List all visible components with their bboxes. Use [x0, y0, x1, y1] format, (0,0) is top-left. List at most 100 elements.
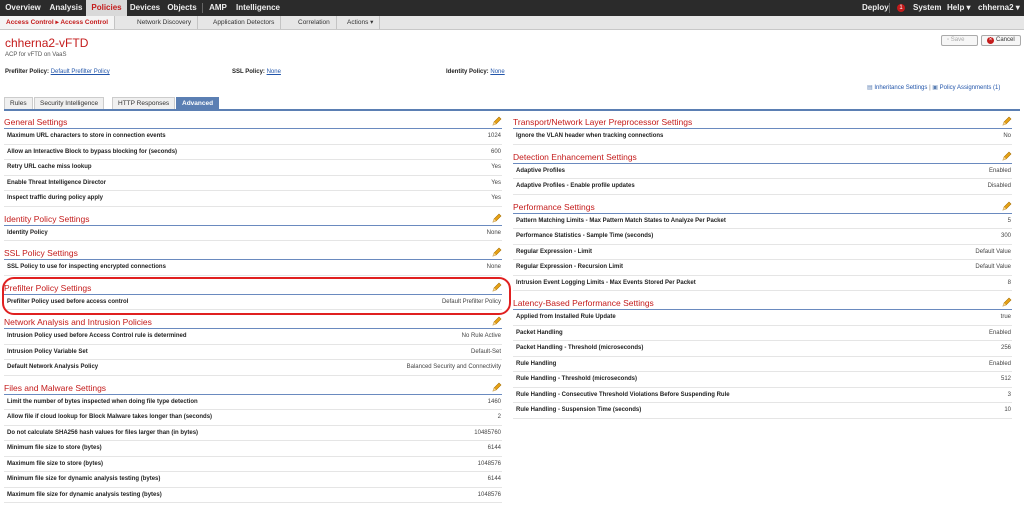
subnav-correlation[interactable]: Correlation	[292, 16, 337, 29]
setting-value: true	[1000, 314, 1011, 320]
setting-row: Inspect traffic during policy apply Yes	[4, 191, 502, 207]
section-header-identity-policy-settings: Identity Policy Settings	[4, 210, 502, 226]
setting-label: Allow an Interactive Block to bypass blo…	[7, 148, 178, 155]
setting-value: None	[486, 264, 501, 270]
alert-badge-icon[interactable]: 1	[897, 4, 905, 12]
setting-row: Intrusion Event Logging Limits - Max Eve…	[513, 276, 1012, 291]
setting-row: Maximum URL characters to store in conne…	[4, 129, 502, 145]
link-separator: |	[929, 85, 931, 91]
save-button[interactable]: ▫ Save	[941, 35, 978, 46]
deploy-button[interactable]: Deploy	[862, 0, 889, 16]
setting-value: 6144	[487, 445, 501, 451]
ssl-policy-link[interactable]: None	[267, 69, 281, 75]
ssl-label: SSL Policy:	[232, 69, 265, 75]
section-title: Performance Settings	[513, 201, 595, 212]
inheritance-settings-link[interactable]: Inheritance Settings	[874, 85, 927, 91]
identity-policy-link[interactable]: None	[490, 69, 504, 75]
setting-value: No Rule Active	[461, 333, 501, 339]
prefilter-policy-link[interactable]: Default Prefilter Policy	[51, 69, 110, 75]
edit-pencil-icon[interactable]	[492, 213, 502, 223]
user-menu[interactable]: chherna2 ▾	[978, 0, 1020, 16]
setting-label: Adaptive Profiles	[516, 167, 566, 174]
subnav-network-discovery[interactable]: Network Discovery	[131, 16, 199, 29]
section-header-latency-based-performance-settings: Latency-Based Performance Settings	[513, 294, 1012, 310]
edit-pencil-icon[interactable]	[492, 382, 502, 392]
setting-value: Yes	[491, 195, 501, 201]
setting-row: Maximum file size to store (bytes) 104857…	[4, 457, 502, 472]
setting-value: 10485760	[474, 429, 501, 436]
nav-overview[interactable]: Overview	[0, 0, 46, 16]
setting-row: Rule Handling Enabled	[513, 357, 1012, 372]
section-header-general-settings: General Settings	[4, 113, 502, 129]
setting-value: 1048576	[477, 460, 501, 467]
setting-row: Intrusion Policy Variable Set Default-Set	[4, 345, 502, 360]
setting-value: 256	[1000, 345, 1011, 351]
edit-pencil-icon[interactable]	[1002, 151, 1012, 161]
top-nav-bar: Overview Analysis Policies Devices Objec…	[0, 0, 1024, 16]
prefilter-label: Prefilter Policy:	[5, 69, 50, 75]
section-header-ssl-policy-settings: SSL Policy Settings	[4, 244, 502, 260]
setting-value: 2	[497, 414, 501, 420]
edit-pencil-icon[interactable]	[1002, 116, 1012, 126]
setting-value: 8	[1007, 279, 1011, 286]
setting-row: Packet Handling - Threshold (microsecond…	[513, 341, 1012, 357]
setting-value: No	[1003, 133, 1011, 139]
identity-policy-summary: Identity Policy: None	[446, 69, 505, 75]
subnav-application-detectors[interactable]: Application Detectors	[207, 16, 282, 29]
cancel-button[interactable]: × Cancel	[981, 35, 1021, 46]
setting-label: Maximum file size for dynamic analysis t…	[7, 491, 162, 498]
setting-row: SSL Policy to use for inspecting encrypt…	[4, 260, 502, 276]
subnav-actions[interactable]: Actions ▾	[341, 16, 381, 29]
setting-label: Intrusion Policy Variable Set	[7, 348, 88, 355]
edit-pencil-icon[interactable]	[492, 316, 502, 326]
nav-divider	[202, 3, 203, 13]
setting-value: Yes	[491, 164, 501, 170]
edit-pencil-icon[interactable]	[492, 116, 502, 126]
setting-value: Disabled	[987, 183, 1011, 189]
setting-row: Allow file if cloud lookup for Block Mal…	[4, 410, 502, 426]
setting-label: Maximum file size to store (bytes)	[7, 460, 104, 467]
cancel-label: Cancel	[996, 37, 1015, 43]
section-header-performance-settings: Performance Settings	[513, 198, 1012, 214]
nav-divider	[889, 3, 890, 13]
setting-label: Rule Handling - Threshold (microseconds)	[516, 376, 638, 382]
nav-objects[interactable]: Objects	[163, 0, 201, 16]
edit-pencil-icon[interactable]	[492, 247, 502, 257]
system-menu[interactable]: System	[913, 0, 941, 16]
help-menu[interactable]: Help ▾	[947, 0, 971, 16]
setting-row: Intrusion Policy used before Access Cont…	[4, 329, 502, 345]
setting-value: 5	[1007, 217, 1011, 224]
policy-links: ▤ Inheritance Settings | ▣ Policy Assign…	[867, 84, 1000, 91]
section-title: Files and Malware Settings	[4, 382, 107, 393]
setting-row: Allow an Interactive Block to bypass blo…	[4, 145, 502, 160]
setting-value: Enabled	[988, 360, 1011, 367]
subnav-access-control[interactable]: Access Control ▸ Access Control	[0, 16, 115, 29]
setting-row: Rule Handling - Consecutive Threshold Vi…	[513, 388, 1012, 403]
nav-devices[interactable]: Devices	[128, 0, 162, 16]
edit-pencil-icon[interactable]	[1002, 297, 1012, 307]
setting-value: 1048576	[477, 491, 501, 498]
setting-label: Intrusion Policy used before Access Cont…	[7, 333, 187, 339]
nav-analysis[interactable]: Analysis	[47, 0, 85, 16]
close-icon: ×	[987, 37, 994, 44]
setting-row: Ignore the VLAN header when tracking con…	[513, 129, 1012, 145]
setting-row: Pattern Matching Limits - Max Pattern Ma…	[513, 214, 1012, 229]
setting-label: Performance Statistics - Sample Time (se…	[516, 233, 654, 239]
nav-amp[interactable]: AMP	[205, 0, 231, 16]
setting-value: 1460	[487, 398, 501, 405]
nav-intelligence[interactable]: Intelligence	[232, 0, 284, 16]
assignments-icon: ▣	[932, 85, 940, 91]
setting-value: 3	[1007, 391, 1011, 398]
setting-label: SSL Policy to use for inspecting encrypt…	[7, 264, 166, 270]
setting-label: Packet Handling - Threshold (microsecond…	[516, 345, 644, 351]
right-settings-column: Transport/Network Layer Preprocessor Set…	[513, 113, 1012, 422]
setting-value: Default Value	[975, 248, 1011, 255]
prefilter-highlight-annotation	[2, 277, 511, 315]
policy-assignments-link[interactable]: Policy Assignments (1)	[940, 85, 1001, 91]
setting-label: Default Network Analysis Policy	[7, 364, 99, 370]
setting-label: Rule Handling - Suspension Time (seconds…	[516, 407, 642, 413]
nav-policies[interactable]: Policies	[86, 0, 127, 16]
edit-pencil-icon[interactable]	[1002, 201, 1012, 211]
setting-row: Adaptive Profiles Enabled	[513, 164, 1012, 179]
